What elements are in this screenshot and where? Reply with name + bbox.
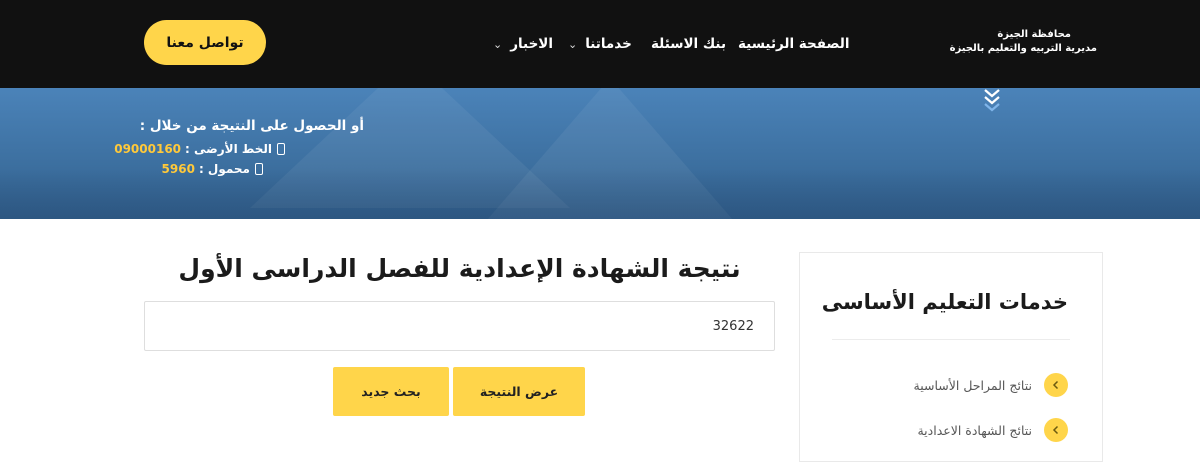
mobile-row: محمول : 5960 [162, 162, 263, 176]
chevron-down-icon: ⌄ [568, 37, 578, 51]
contact-us-button[interactable]: تواصل معنا [144, 20, 266, 65]
nav-item-services[interactable]: ⌄ خدماتنا [568, 34, 632, 54]
contact-intro: أو الحصول على النتيجة من خلال : [139, 118, 364, 134]
sidebar-item-basic-stages-results[interactable]: نتائج المراحل الأساسية [914, 372, 1068, 398]
phone-icon [277, 143, 285, 155]
sidebar-item-prep-results[interactable]: نتائج الشهادة الاعدادية [917, 417, 1068, 443]
scroll-down-icon[interactable] [983, 88, 1001, 114]
landline-number: 09000160 [114, 142, 182, 156]
site-header: تواصل معنا ⌄ الاخبار ⌄ خدماتنا بنك الاسئ… [0, 0, 1200, 88]
nav-item-home[interactable]: الصفحة الرئيسية [738, 34, 849, 54]
chevron-left-icon [1044, 373, 1068, 397]
mobile-number: 5960 [161, 162, 195, 176]
landline-label: الخط الأرضى : [185, 142, 272, 156]
nav-services-label: خدماتنا [585, 36, 632, 52]
nav-item-news[interactable]: ⌄ الاخبار [493, 34, 553, 54]
chevron-left-icon [1044, 418, 1068, 442]
sidebar-item-label: نتائج المراحل الأساسية [913, 377, 1032, 393]
site-logo[interactable]: محافظة الجيزة مديرية التربيه والتعليم با… [950, 28, 1097, 56]
mobile-icon [255, 163, 263, 175]
nav-news-label: الاخبار [510, 36, 553, 52]
chevron-down-icon: ⌄ [493, 37, 503, 51]
brand-line-1: محافظة الجيزة [997, 29, 1071, 40]
hero-banner: أو الحصول على النتيجة من خلال : الخط الأ… [0, 88, 1200, 219]
sidebar-divider [832, 339, 1070, 340]
new-search-button[interactable]: بحث جديد [333, 367, 449, 416]
services-sidebar: خدمات التعليم الأساسى نتائج المراحل الأس… [799, 252, 1103, 462]
seat-number-input[interactable] [144, 301, 775, 351]
banner-haze [0, 169, 1200, 219]
page-title: نتيجة الشهادة الإعدادية للفصل الدراسى ال… [178, 254, 741, 283]
sidebar-title: خدمات التعليم الأساسى [821, 290, 1068, 314]
landline-row: الخط الأرضى : 09000160 [114, 142, 285, 156]
nav-item-question-bank[interactable]: بنك الاسئلة [651, 34, 726, 54]
sidebar-item-label: نتائج الشهادة الاعدادية [917, 422, 1032, 438]
mobile-label: محمول : [198, 162, 250, 176]
brand-line-2: مديرية التربيه والتعليم بالجيزة [949, 43, 1097, 54]
show-result-button[interactable]: عرض النتيجة [453, 367, 585, 416]
